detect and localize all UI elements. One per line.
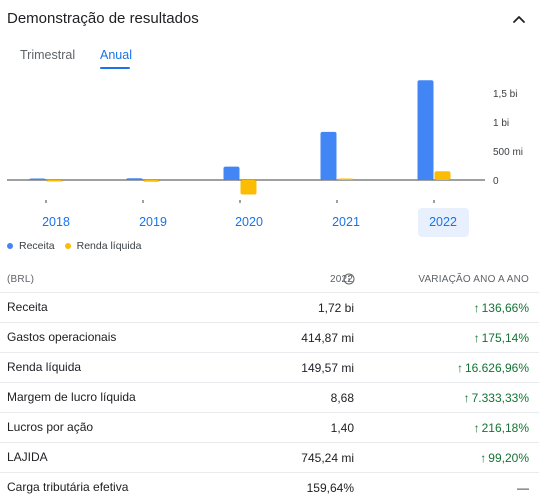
arrow-up-icon: ↑ bbox=[480, 451, 487, 465]
y-tick-label: 1,5 bi bbox=[493, 89, 517, 100]
table-row: Receita 1,72 bi ↑ 136,66% bbox=[0, 292, 539, 322]
row-value: 159,64% bbox=[306, 481, 354, 495]
row-change-value: 175,14% bbox=[481, 331, 529, 345]
info-icon[interactable] bbox=[343, 273, 355, 285]
chart-legend: Receita Renda líquida bbox=[7, 240, 141, 252]
card-title: Demonstração de resultados bbox=[7, 10, 199, 27]
row-value: 8,68 bbox=[330, 391, 354, 405]
row-label: Gastos operacionais bbox=[7, 330, 117, 344]
arrow-up-icon: ↑ bbox=[463, 391, 470, 405]
bar-renda-2019[interactable] bbox=[143, 180, 160, 182]
row-change-value: 136,66% bbox=[481, 301, 529, 315]
y-tick-label: 0 bbox=[493, 176, 499, 187]
y-tick-label: 1 bi bbox=[493, 118, 509, 129]
bar-renda-2022[interactable] bbox=[434, 171, 451, 180]
row-value: 745,24 mi bbox=[301, 451, 354, 465]
period-tabs: Trimestral Anual bbox=[0, 44, 300, 74]
year-2022[interactable]: 2022 bbox=[418, 215, 468, 229]
row-value: 414,87 mi bbox=[301, 331, 354, 345]
row-change: ↑ 175,14% bbox=[474, 331, 529, 345]
revenue-income-chart: 1,5 bi 1 bi 500 mi 0 bbox=[7, 80, 523, 203]
legend-item-receita: Receita bbox=[7, 240, 55, 252]
table-row: Margem de lucro líquida 8,68 ↑ 7.333,33% bbox=[0, 382, 539, 412]
arrow-up-icon: ↑ bbox=[473, 421, 480, 435]
table-row: Lucros por ação 1,40 ↑ 216,18% bbox=[0, 412, 539, 442]
card-header: Demonstração de resultados bbox=[0, 0, 539, 40]
table-row: Gastos operacionais 414,87 mi ↑ 175,14% bbox=[0, 322, 539, 352]
y-tick-label: 500 mi bbox=[493, 147, 523, 158]
row-change-value: 16.626,96% bbox=[464, 361, 529, 375]
year-2020[interactable]: 2020 bbox=[224, 215, 274, 229]
bar-receita-2019[interactable] bbox=[126, 178, 143, 180]
row-change-value: 99,20% bbox=[488, 451, 529, 465]
table-header: (BRL) 2022 VARIAÇÃO ANO A ANO bbox=[0, 270, 539, 292]
bar-receita-2020[interactable] bbox=[223, 166, 240, 180]
table-row: Renda líquida 149,57 mi ↑ 16.626,96% bbox=[0, 352, 539, 382]
table-row: Carga tributária efetiva 159,64% — bbox=[0, 472, 539, 502]
bar-renda-2020[interactable] bbox=[240, 180, 257, 195]
row-change: ↑ 16.626,96% bbox=[457, 361, 529, 375]
year-2021[interactable]: 2021 bbox=[321, 215, 371, 229]
year-2018[interactable]: 2018 bbox=[31, 215, 81, 229]
row-change: ↑ 7.333,33% bbox=[464, 391, 529, 405]
row-change: — bbox=[517, 481, 529, 495]
row-label: Carga tributária efetiva bbox=[7, 480, 129, 494]
tab-anual[interactable]: Anual bbox=[100, 48, 132, 62]
bar-receita-2018[interactable] bbox=[29, 178, 46, 181]
row-label: Renda líquida bbox=[7, 360, 82, 374]
row-change: ↑ 136,66% bbox=[474, 301, 529, 315]
arrow-up-icon: ↑ bbox=[473, 331, 480, 345]
bar-renda-2021[interactable] bbox=[337, 178, 354, 181]
row-label: Lucros por ação bbox=[7, 420, 94, 434]
row-value: 1,40 bbox=[330, 421, 354, 435]
bar-receita-2022[interactable] bbox=[417, 80, 434, 180]
year-2019[interactable]: 2019 bbox=[128, 215, 178, 229]
table-header-currency: (BRL) bbox=[7, 274, 35, 285]
row-change-value: 216,18% bbox=[481, 421, 529, 435]
arrow-up-icon: ↑ bbox=[473, 301, 480, 315]
table-header-change: VARIAÇÃO ANO A ANO bbox=[418, 274, 529, 285]
legend-dot-receita bbox=[7, 243, 13, 249]
row-change: ↑ 99,20% bbox=[480, 451, 529, 465]
chevron-up-icon[interactable] bbox=[511, 12, 527, 28]
legend-label-renda: Renda líquida bbox=[76, 240, 142, 252]
row-label: Margem de lucro líquida bbox=[7, 390, 136, 404]
row-value: 1,72 bi bbox=[317, 301, 354, 315]
active-tab-indicator bbox=[100, 67, 130, 69]
arrow-up-icon: ↑ bbox=[456, 361, 463, 375]
row-value: 149,57 mi bbox=[301, 361, 354, 375]
legend-dot-renda bbox=[64, 243, 71, 249]
legend-item-renda: Renda líquida bbox=[64, 240, 142, 252]
row-change: ↑ 216,18% bbox=[474, 421, 529, 435]
row-change-value: 7.333,33% bbox=[471, 391, 529, 405]
row-label: Receita bbox=[7, 300, 48, 314]
row-label: LAJIDA bbox=[7, 450, 48, 464]
tab-trimestral[interactable]: Trimestral bbox=[20, 48, 75, 62]
bar-receita-2021[interactable] bbox=[320, 131, 337, 180]
bar-renda-2018[interactable] bbox=[46, 180, 63, 182]
table-row: LAJIDA 745,24 mi ↑ 99,20% bbox=[0, 442, 539, 472]
legend-label-receita: Receita bbox=[19, 240, 55, 252]
row-change-value: — bbox=[517, 481, 529, 495]
